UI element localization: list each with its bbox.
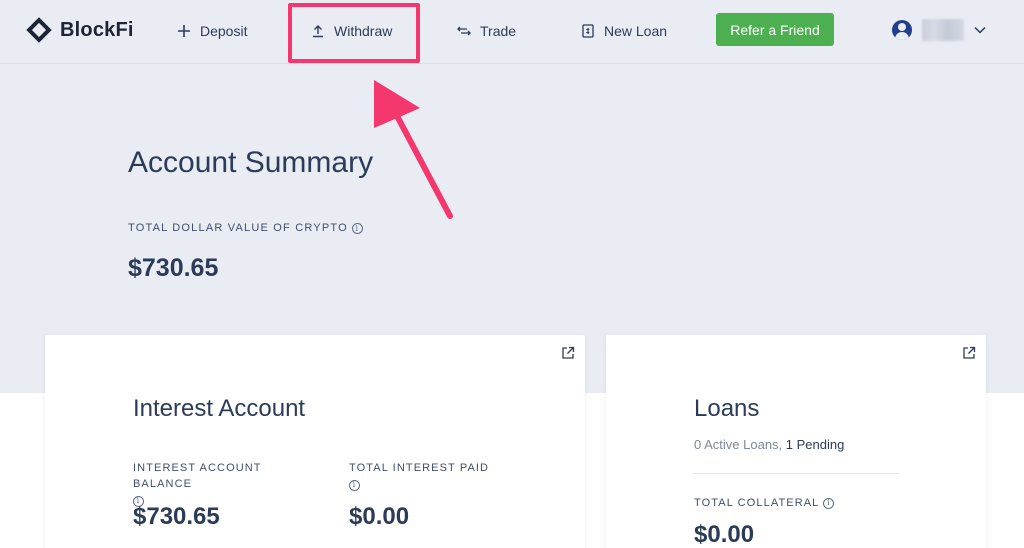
interest-paid-label-text: TOTAL INTEREST PAID xyxy=(349,462,490,474)
external-link-icon[interactable] xyxy=(962,346,976,360)
nav-trade-label: Trade xyxy=(480,23,517,39)
top-navigation-bar: BlockFi Deposit Withdraw Trade New Loan … xyxy=(0,0,1024,64)
divider xyxy=(694,473,898,474)
total-collateral-label-text: TOTAL COLLATERAL xyxy=(694,497,820,509)
total-collateral-value: $0.00 xyxy=(694,521,755,548)
nav-deposit-label: Deposit xyxy=(200,23,248,39)
total-crypto-value-label: TOTAL DOLLAR VALUE OF CRYPTO i xyxy=(128,222,363,234)
loans-card: Loans 0 Active Loans, 1 Pending TOTAL CO… xyxy=(606,335,986,548)
info-icon[interactable]: i xyxy=(349,479,360,491)
active-loans-count: 0 Active Loans, xyxy=(694,437,783,452)
chevron-down-icon[interactable] xyxy=(972,22,988,38)
loans-title: Loans xyxy=(694,395,760,422)
info-icon[interactable]: i xyxy=(823,497,835,509)
interest-balance-label: INTEREST ACCOUNT BALANCE i xyxy=(133,460,323,508)
username-redacted[interactable] xyxy=(922,19,964,41)
interest-balance-value: $730.65 xyxy=(133,503,220,530)
nav-new-loan-label: New Loan xyxy=(604,23,668,39)
interest-balance-label-text: INTEREST ACCOUNT BALANCE xyxy=(133,462,262,490)
pending-loans-count: 1 Pending xyxy=(785,437,845,452)
refer-a-friend-button[interactable]: Refer a Friend xyxy=(716,13,834,46)
interest-paid-value: $0.00 xyxy=(349,503,410,530)
withdraw-highlight-box xyxy=(288,3,420,63)
blockfi-logo-icon xyxy=(26,17,52,43)
interest-paid-label: TOTAL INTEREST PAID i xyxy=(349,460,499,492)
total-crypto-value: $730.65 xyxy=(128,254,219,282)
user-avatar-icon[interactable] xyxy=(892,20,912,40)
external-link-icon[interactable] xyxy=(561,346,575,360)
annotation-arrow xyxy=(374,80,453,219)
plus-icon xyxy=(176,23,192,39)
nav-new-loan[interactable]: New Loan xyxy=(580,20,667,42)
total-crypto-value-label-text: TOTAL DOLLAR VALUE OF CRYPTO xyxy=(128,222,348,234)
brand-name: BlockFi xyxy=(60,18,134,41)
total-collateral-label: TOTAL COLLATERAL i xyxy=(694,495,835,511)
nav-trade[interactable]: Trade xyxy=(456,20,516,42)
swap-arrows-icon xyxy=(456,23,472,39)
nav-deposit[interactable]: Deposit xyxy=(176,20,247,42)
brand-logo[interactable]: BlockFi xyxy=(26,17,134,43)
page-title: Account Summary xyxy=(128,146,374,179)
interest-account-title: Interest Account xyxy=(133,395,306,422)
interest-account-card: Interest Account INTEREST ACCOUNT BALANC… xyxy=(45,335,585,548)
document-dollar-icon xyxy=(580,23,596,39)
loans-status: 0 Active Loans, 1 Pending xyxy=(694,437,844,452)
